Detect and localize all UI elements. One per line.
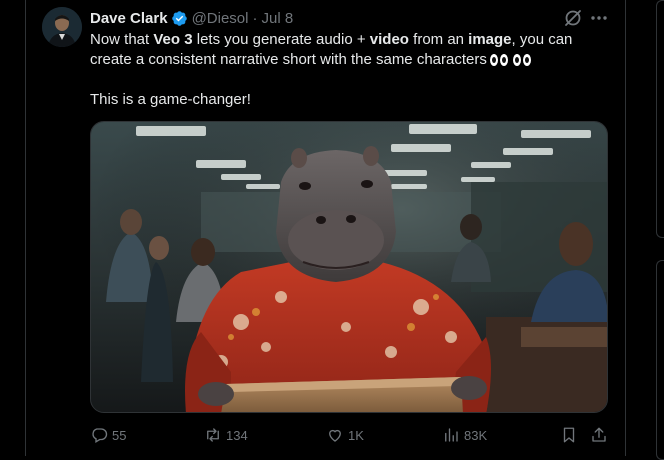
text-segment: from an (408, 31, 469, 48)
views-button[interactable]: 83K (442, 424, 487, 446)
reply-button[interactable]: 55 (90, 424, 126, 446)
text-segment: lets you generate audio + (192, 31, 370, 48)
post-header: Dave Clark @Diesol · Jul 8 (90, 8, 293, 28)
repost-button[interactable]: 134 (204, 424, 248, 446)
share-button[interactable] (590, 424, 612, 446)
text-bold-veo: Veo 3 (153, 31, 193, 48)
author-name[interactable]: Dave Clark (90, 10, 168, 27)
like-button[interactable]: 1K (326, 424, 364, 446)
post-text-line-1: Now that Veo 3 lets you generate audio +… (90, 30, 610, 50)
timeline-right-border (625, 0, 626, 456)
right-panel-edge (652, 0, 664, 460)
right-panel-card-edge (656, 0, 664, 238)
text-segment: , you can (511, 31, 573, 48)
verified-badge-icon[interactable] (171, 10, 188, 27)
grok-icon[interactable] (563, 8, 583, 28)
eyes-emoji-icon (489, 54, 531, 66)
like-count: 1K (348, 427, 364, 443)
text-segment: Now that (90, 31, 154, 48)
timeline-left-border (25, 0, 26, 456)
post-video[interactable] (90, 121, 608, 413)
separator: · (252, 9, 258, 27)
heart-icon (329, 429, 341, 442)
post-text: Now that Veo 3 lets you generate audio +… (90, 30, 610, 110)
repost-icon (207, 428, 219, 442)
post-text-line-3: This is a game-changer! (90, 91, 251, 108)
post-text-line-2: create a consistent narrative short with… (90, 50, 610, 70)
text-segment: create a consistent narrative short with… (90, 51, 487, 68)
reply-count: 55 (112, 427, 127, 443)
views-count: 83K (464, 427, 488, 443)
text-bold-video: video (369, 31, 409, 48)
avatar[interactable] (42, 7, 82, 47)
reply-icon (92, 428, 108, 443)
views-chart-icon (445, 428, 458, 442)
repost-count: 134 (226, 427, 248, 443)
bookmark-icon (563, 427, 575, 443)
bookmark-button[interactable] (560, 424, 582, 446)
more-dots-icon[interactable] (590, 8, 608, 28)
right-panel-card-edge (656, 260, 664, 460)
author-handle[interactable]: @Diesol (192, 10, 249, 27)
post-date[interactable]: Jul 8 (261, 10, 293, 27)
share-icon (592, 427, 606, 442)
text-bold-image: image (468, 31, 512, 48)
post-action-bar: 55 134 1K 83K (90, 424, 610, 446)
